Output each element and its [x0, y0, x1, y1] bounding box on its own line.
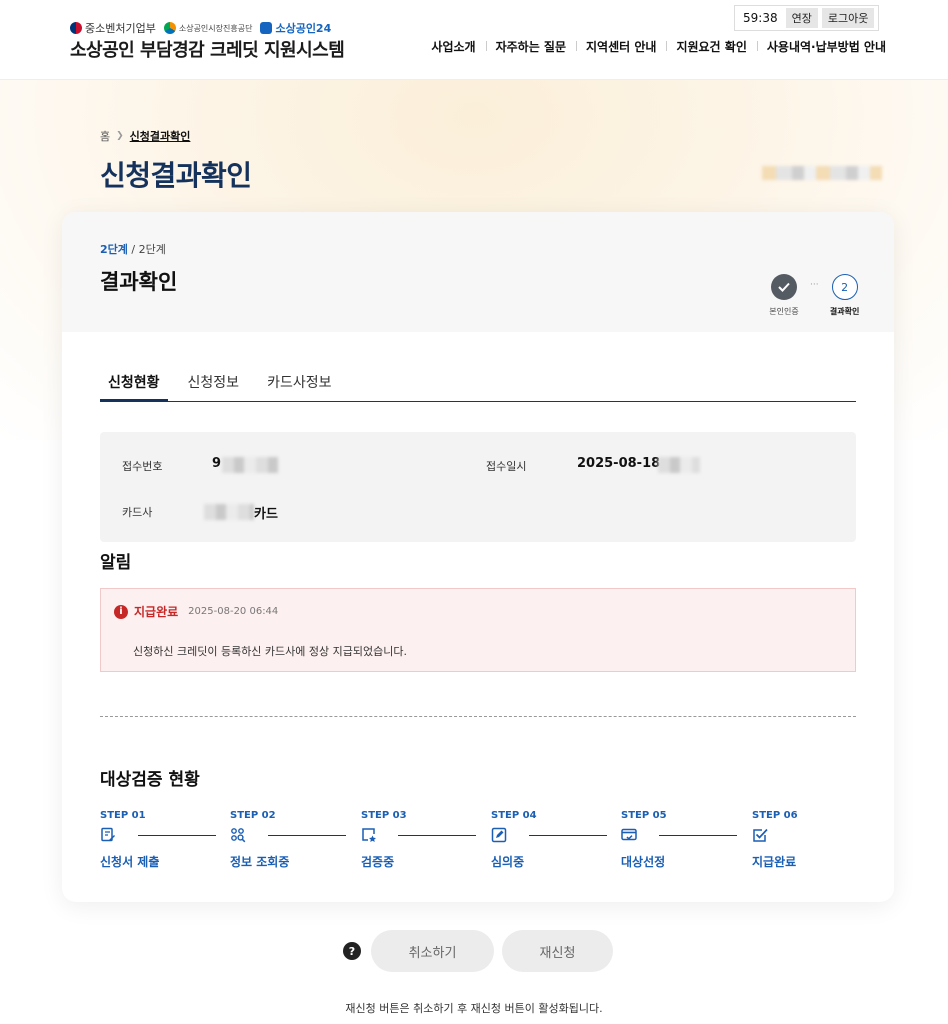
receipt-date-value: 2025-08-18	[577, 456, 661, 471]
step-number: STEP 05	[621, 810, 667, 821]
notice-title: 알림	[100, 553, 132, 573]
ministry-logo[interactable]: 중소벤처기업부	[70, 20, 156, 36]
verification-step-4: STEP 04 심의중	[491, 810, 537, 870]
step-label: 심의중	[491, 855, 525, 869]
search-grid-icon	[231, 828, 246, 843]
masked-receipt-no	[222, 457, 278, 473]
breadcrumb-chevron-icon: ❯	[116, 131, 124, 141]
nav-item-about[interactable]: 사업소개	[421, 38, 485, 55]
portal-p-icon	[260, 22, 273, 34]
portal-logo[interactable]: 소상공인24	[260, 20, 331, 36]
extend-session-button[interactable]: 연장	[785, 8, 818, 28]
page-title: 신청결과확인	[100, 159, 252, 192]
step-number: STEP 04	[491, 810, 537, 821]
step-connector	[529, 835, 607, 836]
breadcrumb-home[interactable]: 홈	[100, 128, 110, 144]
nav-item-faq[interactable]: 자주하는 질문	[485, 38, 576, 55]
notice-alert: i 지급완료 2025-08-20 06:44 신청하신 크레딧이 등록하신 카…	[100, 588, 856, 672]
card-title: 결과확인	[100, 270, 178, 294]
verification-step-2: STEP 02 정보 조회중	[230, 810, 289, 870]
progress-label: 본인인증	[769, 307, 799, 316]
step-connector	[138, 835, 216, 836]
tab-application-info[interactable]: 신청정보	[180, 364, 248, 401]
tab-application-status[interactable]: 신청현황	[100, 364, 168, 402]
masked-receipt-time	[658, 457, 700, 473]
masked-card-company	[204, 504, 254, 520]
pen-square-icon	[491, 827, 507, 843]
tab-card-company-info[interactable]: 카드사정보	[259, 364, 339, 401]
step-number: STEP 03	[361, 810, 407, 821]
agency-emblem-icon	[163, 22, 176, 34]
reapply-note: 재신청 버튼은 취소하기 후 재신청 버튼이 활성화됩니다.	[345, 1002, 603, 1015]
step-number: STEP 06	[752, 810, 798, 821]
result-tabs: 신청현황 신청정보 카드사정보	[100, 364, 856, 402]
reapply-button[interactable]: 재신청	[502, 930, 613, 972]
step-label: 지급완료	[752, 855, 797, 869]
step-label: 신청서 제출	[100, 855, 160, 869]
breadcrumb: 홈 ❯ 신청결과확인	[100, 128, 190, 144]
section-divider	[100, 716, 856, 717]
site-header: 중소벤처기업부 소상공인시장진흥공단 소상공인24 소상공인 부담경감 크레딧 …	[0, 0, 948, 80]
progress-label: 결과확인	[829, 307, 860, 316]
step-current: 2단계	[100, 243, 128, 256]
result-card: 2단계 / 2단계 결과확인 본인인증 ··· 2 결과확인 신청현황 신청정보…	[62, 212, 894, 902]
card-company-label: 카드사	[122, 506, 153, 519]
agency-logo[interactable]: 소상공인시장진흥공단	[163, 22, 253, 34]
step-number: STEP 01	[100, 810, 146, 821]
help-icon[interactable]: ?	[343, 942, 361, 960]
alert-header: i 지급완료 2025-08-20 06:44	[114, 603, 278, 620]
step-connector	[659, 835, 737, 836]
portal-logo-text: 소상공인24	[275, 22, 332, 35]
session-timer: 59:38	[743, 11, 778, 25]
verify-star-icon	[362, 828, 376, 842]
check-icon	[771, 274, 797, 300]
taegeuk-icon	[70, 22, 82, 34]
step-indicator: 2단계 / 2단계	[100, 241, 166, 257]
verification-step-5: STEP 05 대상선정	[621, 810, 667, 870]
progress-dots: ···	[810, 280, 819, 290]
step-connector	[398, 835, 476, 836]
card-check-icon	[621, 828, 637, 841]
progress-step-verification: 본인인증	[762, 274, 806, 317]
site-title[interactable]: 소상공인 부담경감 크레딧 지원시스템	[70, 36, 345, 62]
step-label: 정보 조회중	[230, 855, 290, 869]
nav-item-regional-center[interactable]: 지역센터 안내	[576, 38, 666, 55]
alert-status: 지급완료	[134, 605, 179, 619]
checkbox-icon	[753, 828, 768, 842]
verification-step-6: STEP 06 지급완료	[752, 810, 798, 870]
verification-title: 대상검증 현황	[100, 770, 200, 790]
card-header: 2단계 / 2단계 결과확인 본인인증 ··· 2 결과확인	[62, 212, 894, 332]
ministry-logo-text: 중소벤처기업부	[85, 22, 156, 35]
step-label: 대상선정	[621, 855, 666, 869]
nav-item-usage-guide[interactable]: 사용내역·납부방법 안내	[756, 38, 886, 55]
cancel-button[interactable]: 취소하기	[371, 930, 494, 972]
step-total: / 2단계	[127, 243, 166, 256]
receipt-no-value: 9	[212, 456, 222, 471]
nav-item-eligibility[interactable]: 지원요건 확인	[666, 38, 756, 55]
alert-timestamp: 2025-08-20 06:44	[188, 606, 279, 617]
document-edit-icon	[101, 827, 115, 842]
main-nav: 사업소개 자주하는 질문 지역센터 안내 지원요건 확인 사용내역·납부방법 안…	[421, 38, 886, 55]
partner-logos: 중소벤처기업부 소상공인시장진흥공단 소상공인24	[70, 20, 331, 36]
step-label: 검증중	[361, 855, 395, 869]
receipt-date-label: 접수일시	[486, 460, 527, 473]
logout-button[interactable]: 로그아웃	[821, 8, 875, 28]
agency-logo-text: 소상공인시장진흥공단	[178, 23, 253, 33]
session-panel: 59:38 연장 로그아웃	[734, 5, 880, 31]
progress-stepper: 본인인증 ··· 2 결과확인	[762, 274, 867, 317]
verification-step-1: STEP 01 신청서 제출	[100, 810, 159, 870]
progress-step-result: 2 결과확인	[823, 274, 867, 317]
verification-step-3: STEP 03 검증중	[361, 810, 407, 870]
breadcrumb-current[interactable]: 신청결과확인	[130, 128, 191, 144]
progress-number: 2	[831, 274, 858, 300]
alert-info-icon: i	[114, 604, 128, 619]
masked-user-info	[762, 166, 882, 180]
alert-message: 신청하신 크레딧이 등록하신 카드사에 정상 지급되었습니다.	[133, 645, 407, 658]
step-number: STEP 02	[230, 810, 276, 821]
step-connector	[268, 835, 346, 836]
verification-steps: STEP 01 신청서 제출 STEP 02 정보 조회중 STEP 03 검증…	[100, 810, 856, 870]
card-company-value: 카드	[254, 507, 278, 522]
receipt-no-label: 접수번호	[122, 460, 163, 473]
application-info-box: 접수번호 9 접수일시 2025-08-18 카드사 카드	[100, 432, 856, 542]
